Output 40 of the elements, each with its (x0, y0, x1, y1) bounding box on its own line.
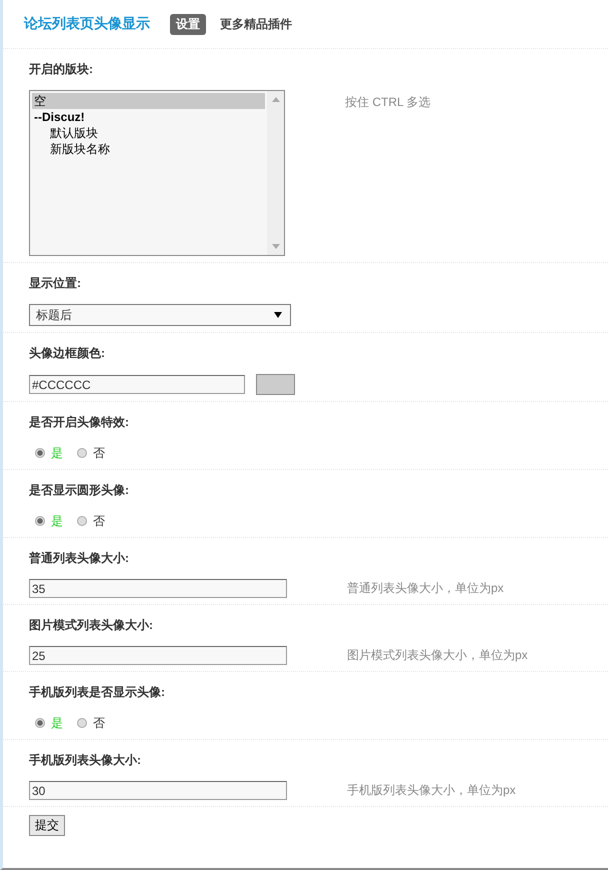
list-option[interactable]: 默认版块 (32, 125, 265, 141)
radio-button[interactable] (35, 516, 45, 526)
size-input[interactable]: 25 (29, 646, 287, 665)
dropdown-arrow-icon (274, 312, 282, 318)
scroll-up-icon[interactable] (272, 97, 280, 102)
color-swatch[interactable] (256, 374, 295, 395)
field-label: 手机版列表是否显示头像: (29, 684, 166, 701)
list-option[interactable]: --Discuz! (32, 109, 265, 125)
radio-label[interactable]: 否 (93, 444, 105, 462)
radio-button[interactable] (77, 516, 87, 526)
field-label: 是否显示圆形头像: (29, 482, 130, 499)
list-option[interactable]: 新版块名称 (32, 141, 265, 157)
size-input[interactable]: 30 (29, 781, 287, 800)
field-label: 手机版列表头像大小: (29, 752, 142, 769)
field-label: 是否开启头像特效: (29, 414, 130, 431)
radio-button[interactable] (35, 718, 45, 728)
list-option[interactable]: 空 (32, 93, 265, 109)
radio-label[interactable]: 否 (93, 512, 105, 530)
field-label: 普通列表头像大小: (29, 550, 130, 567)
position-dropdown[interactable]: 标题后 (29, 304, 291, 326)
hint-text: 按住 CTRL 多选 (345, 94, 431, 111)
color-input[interactable]: #CCCCCC (29, 375, 245, 394)
radio-button[interactable] (77, 448, 87, 458)
hint-text: 手机版列表头像大小，单位为px (347, 782, 516, 799)
tab[interactable]: 设置 (170, 14, 206, 34)
field-label: 显示位置: (29, 275, 82, 292)
size-input[interactable]: 35 (29, 579, 287, 598)
field-label: 开启的版块: (29, 61, 94, 78)
page-title: 论坛列表页头像显示 (24, 15, 150, 33)
hint-text: 普通列表头像大小，单位为px (347, 580, 504, 597)
tab[interactable]: 更多精品插件 (214, 14, 298, 34)
field-label: 头像边框颜色: (29, 345, 106, 362)
hint-text: 图片模式列表头像大小，单位为px (347, 647, 528, 664)
submit-button[interactable]: 提交 (29, 815, 65, 836)
field-label: 图片模式列表头像大小: (29, 617, 154, 634)
forum-listbox[interactable]: 空 --Discuz! 默认版块 新版块名称 (29, 90, 285, 256)
radio-label[interactable]: 否 (93, 714, 105, 732)
radio-button[interactable] (35, 448, 45, 458)
radio-button[interactable] (77, 718, 87, 728)
scroll-down-icon[interactable] (272, 244, 280, 249)
